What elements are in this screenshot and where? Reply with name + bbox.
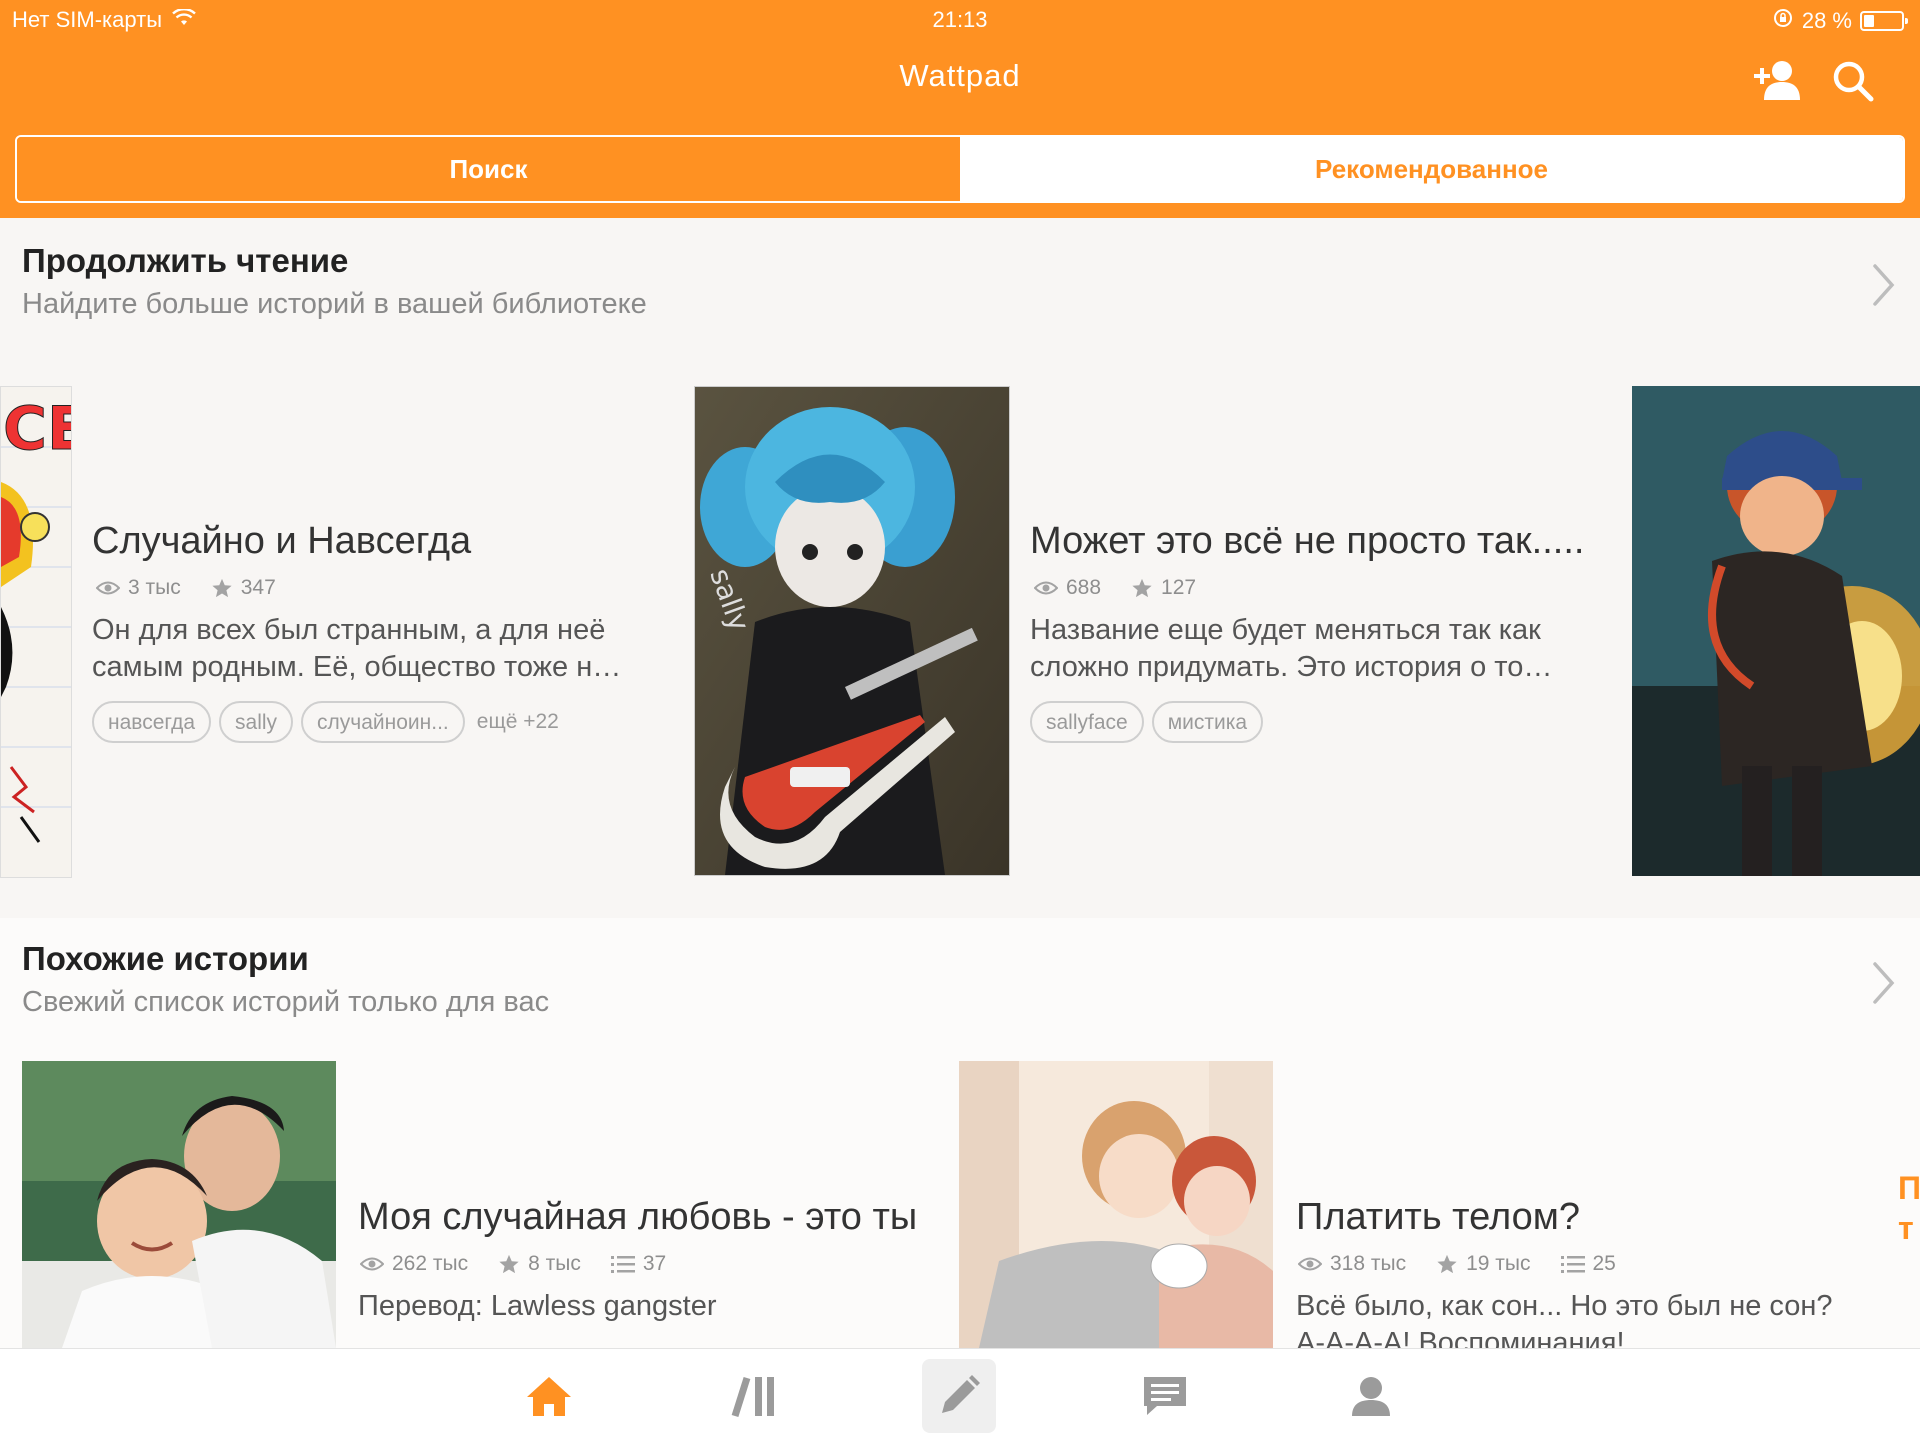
write-icon[interactable] <box>922 1359 996 1433</box>
views-icon <box>96 581 120 595</box>
segmented-control: Поиск Рекомендованное <box>15 135 1905 203</box>
story-cover[interactable]: sally <box>694 386 1010 876</box>
views-count: 688 <box>1066 576 1102 599</box>
continue-reading-section: Продолжить чтение Найдите больше историй… <box>0 218 1920 918</box>
views-count: 318 тыс <box>1330 1252 1407 1275</box>
add-user-icon[interactable] <box>1752 58 1802 104</box>
tag-chip[interactable]: навсегда <box>92 701 212 743</box>
description-line: А-А-А-А! Воспоминания! <box>1296 1327 1625 1348</box>
story-title[interactable]: Может это всё не просто так..... <box>1030 520 1584 563</box>
app-title: Wattpad <box>899 58 1021 93</box>
peek-line: П <box>1898 1170 1920 1206</box>
story-description: Он для всех был странным, а для неё самы… <box>92 612 652 686</box>
parts-count: 25 <box>1592 1252 1616 1275</box>
story-stats: 318 тыс 19 тыс 25 <box>1298 1252 1638 1276</box>
battery-icon <box>1860 11 1908 31</box>
rotation-lock-icon <box>1772 7 1794 35</box>
similar-stories-section: Похожие истории Свежий список историй то… <box>0 918 1920 1348</box>
star-icon <box>212 578 232 598</box>
story-stats: 688 127 <box>1034 576 1218 600</box>
star-icon <box>1437 1254 1457 1274</box>
parts-count: 37 <box>642 1252 667 1275</box>
story-stats: 3 тыс 347 <box>96 576 298 600</box>
description-line: Перевод: Lawless gangster <box>358 1290 717 1322</box>
home-icon[interactable] <box>512 1359 586 1433</box>
story-cover[interactable] <box>1632 386 1920 876</box>
more-tags[interactable]: ещё +22 <box>477 710 559 734</box>
peek-line: т <box>1898 1210 1914 1246</box>
tag-chip[interactable]: sally <box>219 701 294 743</box>
chevron-right-icon[interactable] <box>1870 262 1898 308</box>
description-line: самым родным. Её, общество тоже н… <box>92 651 622 683</box>
tag-list: sallyface мистика <box>1030 701 1264 743</box>
story-title[interactable]: Случайно и Навсегда <box>92 520 471 563</box>
views-icon <box>360 1257 384 1271</box>
chevron-right-icon[interactable] <box>1870 960 1898 1006</box>
bottom-tab-bar <box>0 1348 1920 1441</box>
votes-count: 8 тыс <box>528 1252 581 1275</box>
svg-text:CE: CE <box>3 394 71 464</box>
parts-list-icon <box>1560 1256 1585 1273</box>
story-stats: 262 тыс 8 тыс 37 <box>360 1252 688 1276</box>
description-line: Он для всех был странным, а для неё <box>92 614 606 646</box>
votes-count: 127 <box>1161 576 1197 599</box>
views-icon <box>1034 581 1058 595</box>
views-icon <box>1298 1257 1322 1271</box>
story-title[interactable]: Моя случайная любовь - это ты <box>358 1196 917 1239</box>
status-time: 21:13 <box>932 7 988 32</box>
star-icon <box>499 1254 519 1274</box>
views-count: 3 тыс <box>128 576 181 599</box>
story-cover[interactable]: CE <box>0 386 72 878</box>
section-title: Продолжить чтение <box>22 242 349 279</box>
tag-list: навсегда sally случайноин... ещё +22 <box>92 701 559 743</box>
library-icon[interactable] <box>718 1359 792 1433</box>
story-description: Всё было, как сон... Но это был не сон? … <box>1296 1288 1896 1348</box>
section-title: Похожие истории <box>22 940 309 977</box>
parts-list-icon <box>610 1256 635 1273</box>
tag-chip[interactable]: случайноин... <box>301 701 465 743</box>
story-description: Перевод: Lawless gangster <box>358 1288 918 1325</box>
battery-percent: 28 % <box>1801 8 1852 33</box>
search-icon[interactable] <box>1830 58 1880 104</box>
tab-search[interactable]: Поиск <box>17 137 960 201</box>
views-count: 262 тыс <box>392 1252 469 1275</box>
votes-count: 347 <box>240 576 276 599</box>
app-header: Wattpad Поиск Рекомендованное <box>0 40 1920 218</box>
story-cover[interactable] <box>959 1061 1273 1348</box>
description-line: Название еще будет меняться так как <box>1030 614 1541 646</box>
description-line: Всё было, как сон... Но это был не сон? <box>1296 1290 1833 1322</box>
description-line: сложно придумать. Это история о то… <box>1030 651 1553 683</box>
story-cover[interactable] <box>22 1061 336 1348</box>
section-subtitle: Свежий список историй только для вас <box>22 986 550 1018</box>
story-description: Название еще будет меняться так как слож… <box>1030 612 1590 686</box>
tag-chip[interactable]: sallyface <box>1030 701 1144 743</box>
tag-chip[interactable]: мистика <box>1151 701 1264 743</box>
peek-story-title[interactable]: П т <box>1898 1168 1920 1248</box>
story-title[interactable]: Платить телом? <box>1296 1196 1580 1239</box>
tab-recommended[interactable]: Рекомендованное <box>960 137 1903 201</box>
section-subtitle: Найдите больше историй в вашей библиотек… <box>22 288 647 320</box>
profile-icon[interactable] <box>1334 1359 1408 1433</box>
messages-icon[interactable] <box>1128 1359 1202 1433</box>
status-bar: Нет SIM-карты 21:13 28 % <box>0 0 1920 40</box>
star-icon <box>1132 578 1152 598</box>
votes-count: 19 тыс <box>1466 1252 1531 1275</box>
